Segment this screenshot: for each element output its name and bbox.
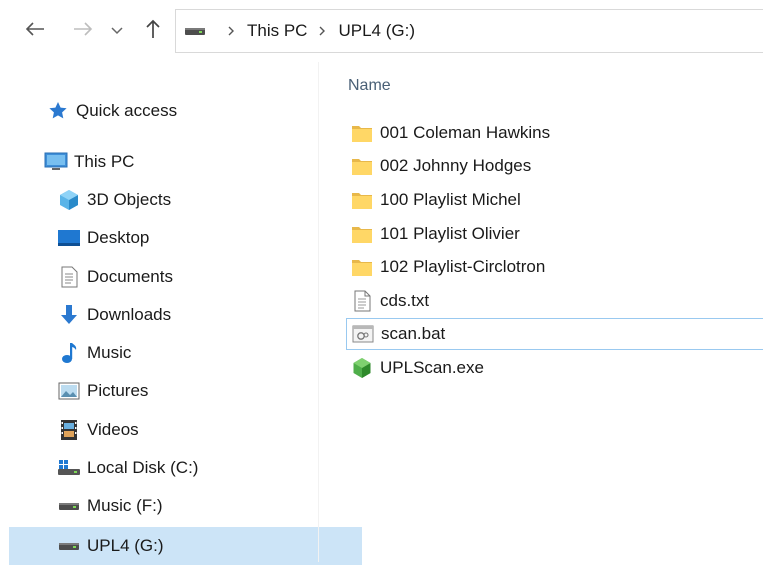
- pane-divider[interactable]: [318, 62, 319, 562]
- folder-icon: [350, 255, 374, 279]
- drive-icon: [184, 25, 206, 37]
- music-note-icon: [57, 341, 81, 365]
- folder-icon: [350, 188, 374, 212]
- breadcrumb-this-pc[interactable]: This PC: [247, 21, 307, 41]
- picture-icon: [57, 379, 81, 403]
- desktop-icon: [57, 226, 81, 250]
- folder-icon: [350, 154, 374, 178]
- recent-locations-button[interactable]: [106, 14, 128, 48]
- star-icon: [46, 99, 70, 123]
- list-item[interactable]: 100 Playlist Michel: [346, 184, 763, 216]
- arrow-right-icon: [73, 21, 93, 42]
- list-item[interactable]: 002 Johnny Hodges: [346, 150, 763, 182]
- forward-button[interactable]: [66, 14, 100, 48]
- chevron-down-icon: [111, 22, 123, 40]
- sidebar-item-upl4-g[interactable]: UPL4 (G:): [9, 527, 362, 565]
- list-item[interactable]: cds.txt: [346, 285, 763, 317]
- executable-icon: [350, 356, 374, 380]
- sidebar-item-this-pc[interactable]: This PC: [0, 143, 362, 181]
- drive-icon: [57, 494, 81, 518]
- arrow-left-icon: [25, 21, 45, 42]
- arrow-up-icon: [145, 19, 161, 44]
- batch-file-icon: [351, 322, 375, 346]
- up-button[interactable]: [136, 14, 170, 48]
- back-button[interactable]: [18, 14, 52, 48]
- chevron-right-icon[interactable]: [319, 26, 326, 36]
- windows-drive-icon: [57, 456, 81, 480]
- column-header-name[interactable]: Name: [348, 77, 391, 95]
- film-icon: [57, 418, 81, 442]
- text-file-icon: [350, 289, 374, 313]
- folder-icon: [350, 121, 374, 145]
- list-item[interactable]: 102 Playlist-Circlotron: [346, 251, 763, 283]
- chevron-right-icon[interactable]: [228, 26, 235, 36]
- list-item[interactable]: 101 Playlist Olivier: [346, 218, 763, 250]
- list-item[interactable]: UPLScan.exe: [346, 352, 763, 384]
- cube-icon: [57, 188, 81, 212]
- computer-icon: [44, 150, 68, 174]
- navigation-pane: Quick access This PC 3D Objects Desktop …: [0, 62, 362, 565]
- document-icon: [57, 265, 81, 289]
- download-icon: [57, 303, 81, 327]
- folder-icon: [350, 222, 374, 246]
- sidebar-item-quick-access[interactable]: Quick access: [0, 92, 364, 130]
- breadcrumb-upl4[interactable]: UPL4 (G:): [338, 21, 415, 41]
- address-bar[interactable]: This PC UPL4 (G:): [175, 9, 763, 53]
- list-item[interactable]: scan.bat: [346, 318, 763, 350]
- list-item[interactable]: 001 Coleman Hawkins: [346, 117, 763, 149]
- drive-icon: [57, 534, 81, 558]
